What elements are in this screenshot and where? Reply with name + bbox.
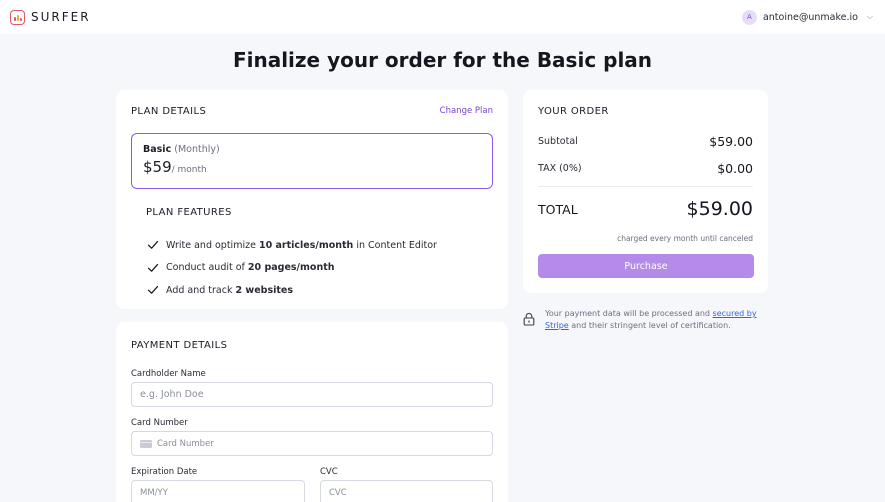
feature-text: Add and track 2 websites [166, 284, 294, 296]
plan-features-title: PLAN FEATURES [146, 207, 232, 218]
surfer-logo-icon [10, 9, 25, 25]
divider [538, 186, 753, 187]
cvc-placeholder: CVC [329, 487, 347, 498]
selected-plan-box[interactable]: Basic (Monthly) $59/ month [131, 133, 493, 189]
chevron-down-icon: ⌵ [866, 12, 873, 21]
cvc-input[interactable]: CVC [320, 480, 493, 502]
change-plan-link[interactable]: Change Plan [440, 106, 493, 116]
cardholder-label: Cardholder Name [131, 369, 206, 379]
plan-details-title: PLAN DETAILS [131, 106, 207, 117]
cvc-label: CVC [320, 467, 338, 477]
page-title: Finalize your order for the Basic plan [232, 48, 653, 72]
cardholder-name-input[interactable]: e.g. John Doe [131, 382, 493, 407]
list-item: Write and optimize 10 articles/month in … [147, 234, 437, 257]
lock-icon [523, 312, 535, 326]
feature-text: Write and optimize 10 articles/month in … [166, 239, 437, 251]
plan-name-line: Basic (Monthly) [143, 144, 481, 155]
feature-list: Write and optimize 10 articles/month in … [147, 234, 437, 302]
total-row: TOTAL $59.00 [538, 198, 753, 220]
card-number-label: Card Number [131, 418, 188, 428]
plan-name: Basic [143, 144, 172, 155]
order-title: YOUR ORDER [538, 106, 609, 117]
payment-details-title: PAYMENT DETAILS [131, 340, 228, 351]
plan-details-card: PLAN DETAILS Change Plan Basic (Monthly)… [116, 90, 508, 309]
brand-name: SURFER [31, 10, 91, 24]
purchase-button[interactable]: Purchase [538, 254, 754, 278]
check-icon [147, 241, 159, 250]
total-label: TOTAL [538, 201, 578, 217]
subtotal-label: Subtotal [538, 136, 578, 147]
secure-note-text: Your payment data will be processed and … [545, 309, 757, 330]
account-menu[interactable]: A antoine@unmake.io ⌵ [741, 9, 873, 25]
list-item: Add and track 2 websites [147, 279, 437, 302]
billing-note: charged every month until canceled [617, 234, 753, 243]
check-icon [147, 263, 159, 272]
subtotal-row: Subtotal $59.00 [538, 134, 753, 149]
plan-period: (Monthly) [174, 144, 220, 155]
payment-details-card: PAYMENT DETAILS Cardholder Name e.g. Joh… [116, 322, 508, 502]
expiration-label: Expiration Date [131, 467, 198, 477]
card-number-input[interactable]: Card Number [131, 431, 493, 456]
expiration-placeholder: MM/YY [140, 487, 168, 498]
account-email: antoine@unmake.io [762, 11, 858, 23]
total-value: $59.00 [686, 198, 753, 220]
tax-label: TAX (0%) [538, 163, 582, 174]
secure-payment-note: Your payment data will be processed and … [523, 308, 768, 332]
check-icon [147, 286, 159, 295]
plan-price: $59 [143, 158, 172, 176]
plan-price-line: $59/ month [143, 158, 481, 176]
feature-text: Conduct audit of 20 pages/month [166, 262, 335, 274]
list-item: Conduct audit of 20 pages/month [147, 257, 437, 280]
cardholder-placeholder: e.g. John Doe [140, 389, 204, 400]
avatar: A [741, 9, 757, 25]
subtotal-value: $59.00 [709, 134, 753, 149]
credit-card-icon [140, 439, 152, 448]
order-summary-card: YOUR ORDER Subtotal $59.00 TAX (0%) $0.0… [523, 90, 768, 293]
plan-price-suffix: / month [171, 165, 207, 175]
tax-row: TAX (0%) $0.00 [538, 161, 753, 176]
card-number-placeholder: Card Number [157, 438, 214, 449]
tax-value: $0.00 [717, 161, 753, 176]
brand[interactable]: SURFER [10, 9, 91, 25]
expiration-input[interactable]: MM/YY [131, 480, 305, 502]
top-bar: SURFER A antoine@unmake.io ⌵ [0, 0, 885, 34]
